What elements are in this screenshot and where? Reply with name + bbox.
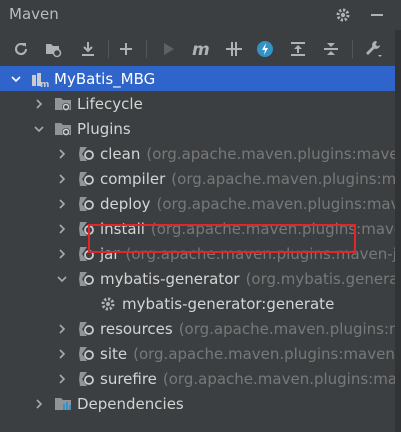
plugin-coordinates: (org.apache.maven.plugins:m: [178, 319, 401, 338]
plugin-name: mybatis-generator: [100, 269, 240, 288]
plugin-icon: [77, 195, 95, 213]
chevron-down-icon[interactable]: [32, 122, 46, 136]
tree-item-plugin-compiler[interactable]: compiler (org.apache.maven.plugins:ma: [0, 166, 401, 191]
chevron-right-icon[interactable]: [32, 397, 46, 411]
plugin-icon: [77, 270, 95, 288]
tree-item-goal-generate[interactable]: mybatis-generator:generate: [0, 291, 401, 316]
plugin-icon: [77, 145, 95, 163]
tree-item-plugin-resources[interactable]: resources (org.apache.maven.plugins:m: [0, 316, 401, 341]
run-icon[interactable]: [158, 38, 180, 60]
svg-text:m: m: [192, 40, 210, 58]
gear-icon: [99, 295, 117, 313]
plugin-coordinates: (org.apache.maven.plugins:maven: [146, 144, 401, 163]
folder-gear-icon: [54, 120, 72, 138]
plugin-name: compiler: [100, 169, 166, 188]
toolbar-separator: [108, 40, 109, 58]
tree-item-plugin-deploy[interactable]: deploy (org.apache.maven.plugins:mave: [0, 191, 401, 216]
reload-icon[interactable]: [10, 38, 32, 60]
plugin-name: resources: [100, 319, 173, 338]
tree-item-project[interactable]: m MyBatis_MBG: [0, 66, 401, 91]
plugin-coordinates: (org.apache.maven.plugins:ma: [171, 169, 401, 188]
toolbar-separator: [146, 40, 147, 58]
folder-add-icon[interactable]: [42, 38, 64, 60]
download-icon[interactable]: [77, 38, 99, 60]
plugin-coordinates: (org.mybatis.generat: [245, 269, 401, 288]
tree-item-plugin-surefire[interactable]: surefire (org.apache.maven.plugins:mav: [0, 366, 401, 391]
tree-item-plugin-mybatis-generator[interactable]: mybatis-generator (org.mybatis.generat: [0, 266, 401, 291]
maven-project-icon: m: [31, 70, 49, 88]
toolbar-separator: [352, 40, 353, 58]
plugin-name: deploy: [100, 194, 151, 213]
chevron-right-icon[interactable]: [55, 172, 69, 186]
collapse-all-icon[interactable]: [320, 38, 342, 60]
plugin-icon: [77, 345, 95, 363]
plugin-name: clean: [100, 144, 141, 163]
plugin-name: site: [100, 344, 128, 363]
plugin-coordinates: (org.apache.maven.plugins:mave: [156, 194, 401, 213]
chevron-right-icon[interactable]: [55, 197, 69, 211]
chevron-right-icon[interactable]: [55, 222, 69, 236]
project-name: MyBatis_MBG: [54, 69, 156, 88]
show-dependencies-icon[interactable]: [287, 38, 309, 60]
chevron-right-icon[interactable]: [55, 372, 69, 386]
chevron-right-icon[interactable]: [55, 347, 69, 361]
right-edge-strip: [395, 30, 401, 432]
plugin-icon: [77, 170, 95, 188]
tool-window-header: Maven: [0, 0, 401, 30]
add-icon[interactable]: [115, 38, 137, 60]
minimize-icon[interactable]: [367, 5, 387, 25]
chevron-right-icon[interactable]: [55, 147, 69, 161]
plugins-label: Plugins: [77, 119, 131, 138]
tree-item-plugin-clean[interactable]: clean (org.apache.maven.plugins:maven: [0, 141, 401, 166]
toggle-offline-icon[interactable]: [223, 38, 245, 60]
plugin-coordinates: (org.apache.maven.plugins:maven-s: [133, 344, 401, 363]
dependencies-label: Dependencies: [77, 394, 184, 413]
gear-icon[interactable]: [333, 5, 353, 25]
lifecycle-label: Lifecycle: [77, 94, 143, 113]
tool-window-title: Maven: [9, 5, 59, 23]
maven-goal-icon[interactable]: m: [190, 38, 212, 60]
chevron-right-icon[interactable]: [55, 322, 69, 336]
maven-toolbar: m: [0, 30, 401, 67]
chevron-right-icon[interactable]: [32, 97, 46, 111]
skip-tests-icon[interactable]: [254, 38, 276, 60]
chevron-down-icon[interactable]: [9, 72, 23, 86]
chevron-down-icon[interactable]: [55, 272, 69, 286]
plugin-name: surefire: [100, 369, 157, 388]
highlight-box: [88, 224, 356, 253]
tree-item-dependencies[interactable]: Dependencies: [0, 391, 401, 416]
plugin-icon: [77, 370, 95, 388]
plugin-coordinates: (org.apache.maven.plugins:mav: [162, 369, 401, 388]
dependencies-icon: [54, 395, 72, 413]
plugin-icon: [77, 320, 95, 338]
folder-gear-icon: [54, 95, 72, 113]
tree-item-plugins[interactable]: Plugins: [0, 116, 401, 141]
goal-name: mybatis-generator:generate: [122, 294, 335, 313]
chevron-right-icon[interactable]: [55, 247, 69, 261]
tree-item-plugin-site[interactable]: site (org.apache.maven.plugins:maven-s: [0, 341, 401, 366]
tree-item-lifecycle[interactable]: Lifecycle: [0, 91, 401, 116]
wrench-icon[interactable]: [362, 38, 384, 60]
svg-text:m: m: [40, 80, 49, 88]
